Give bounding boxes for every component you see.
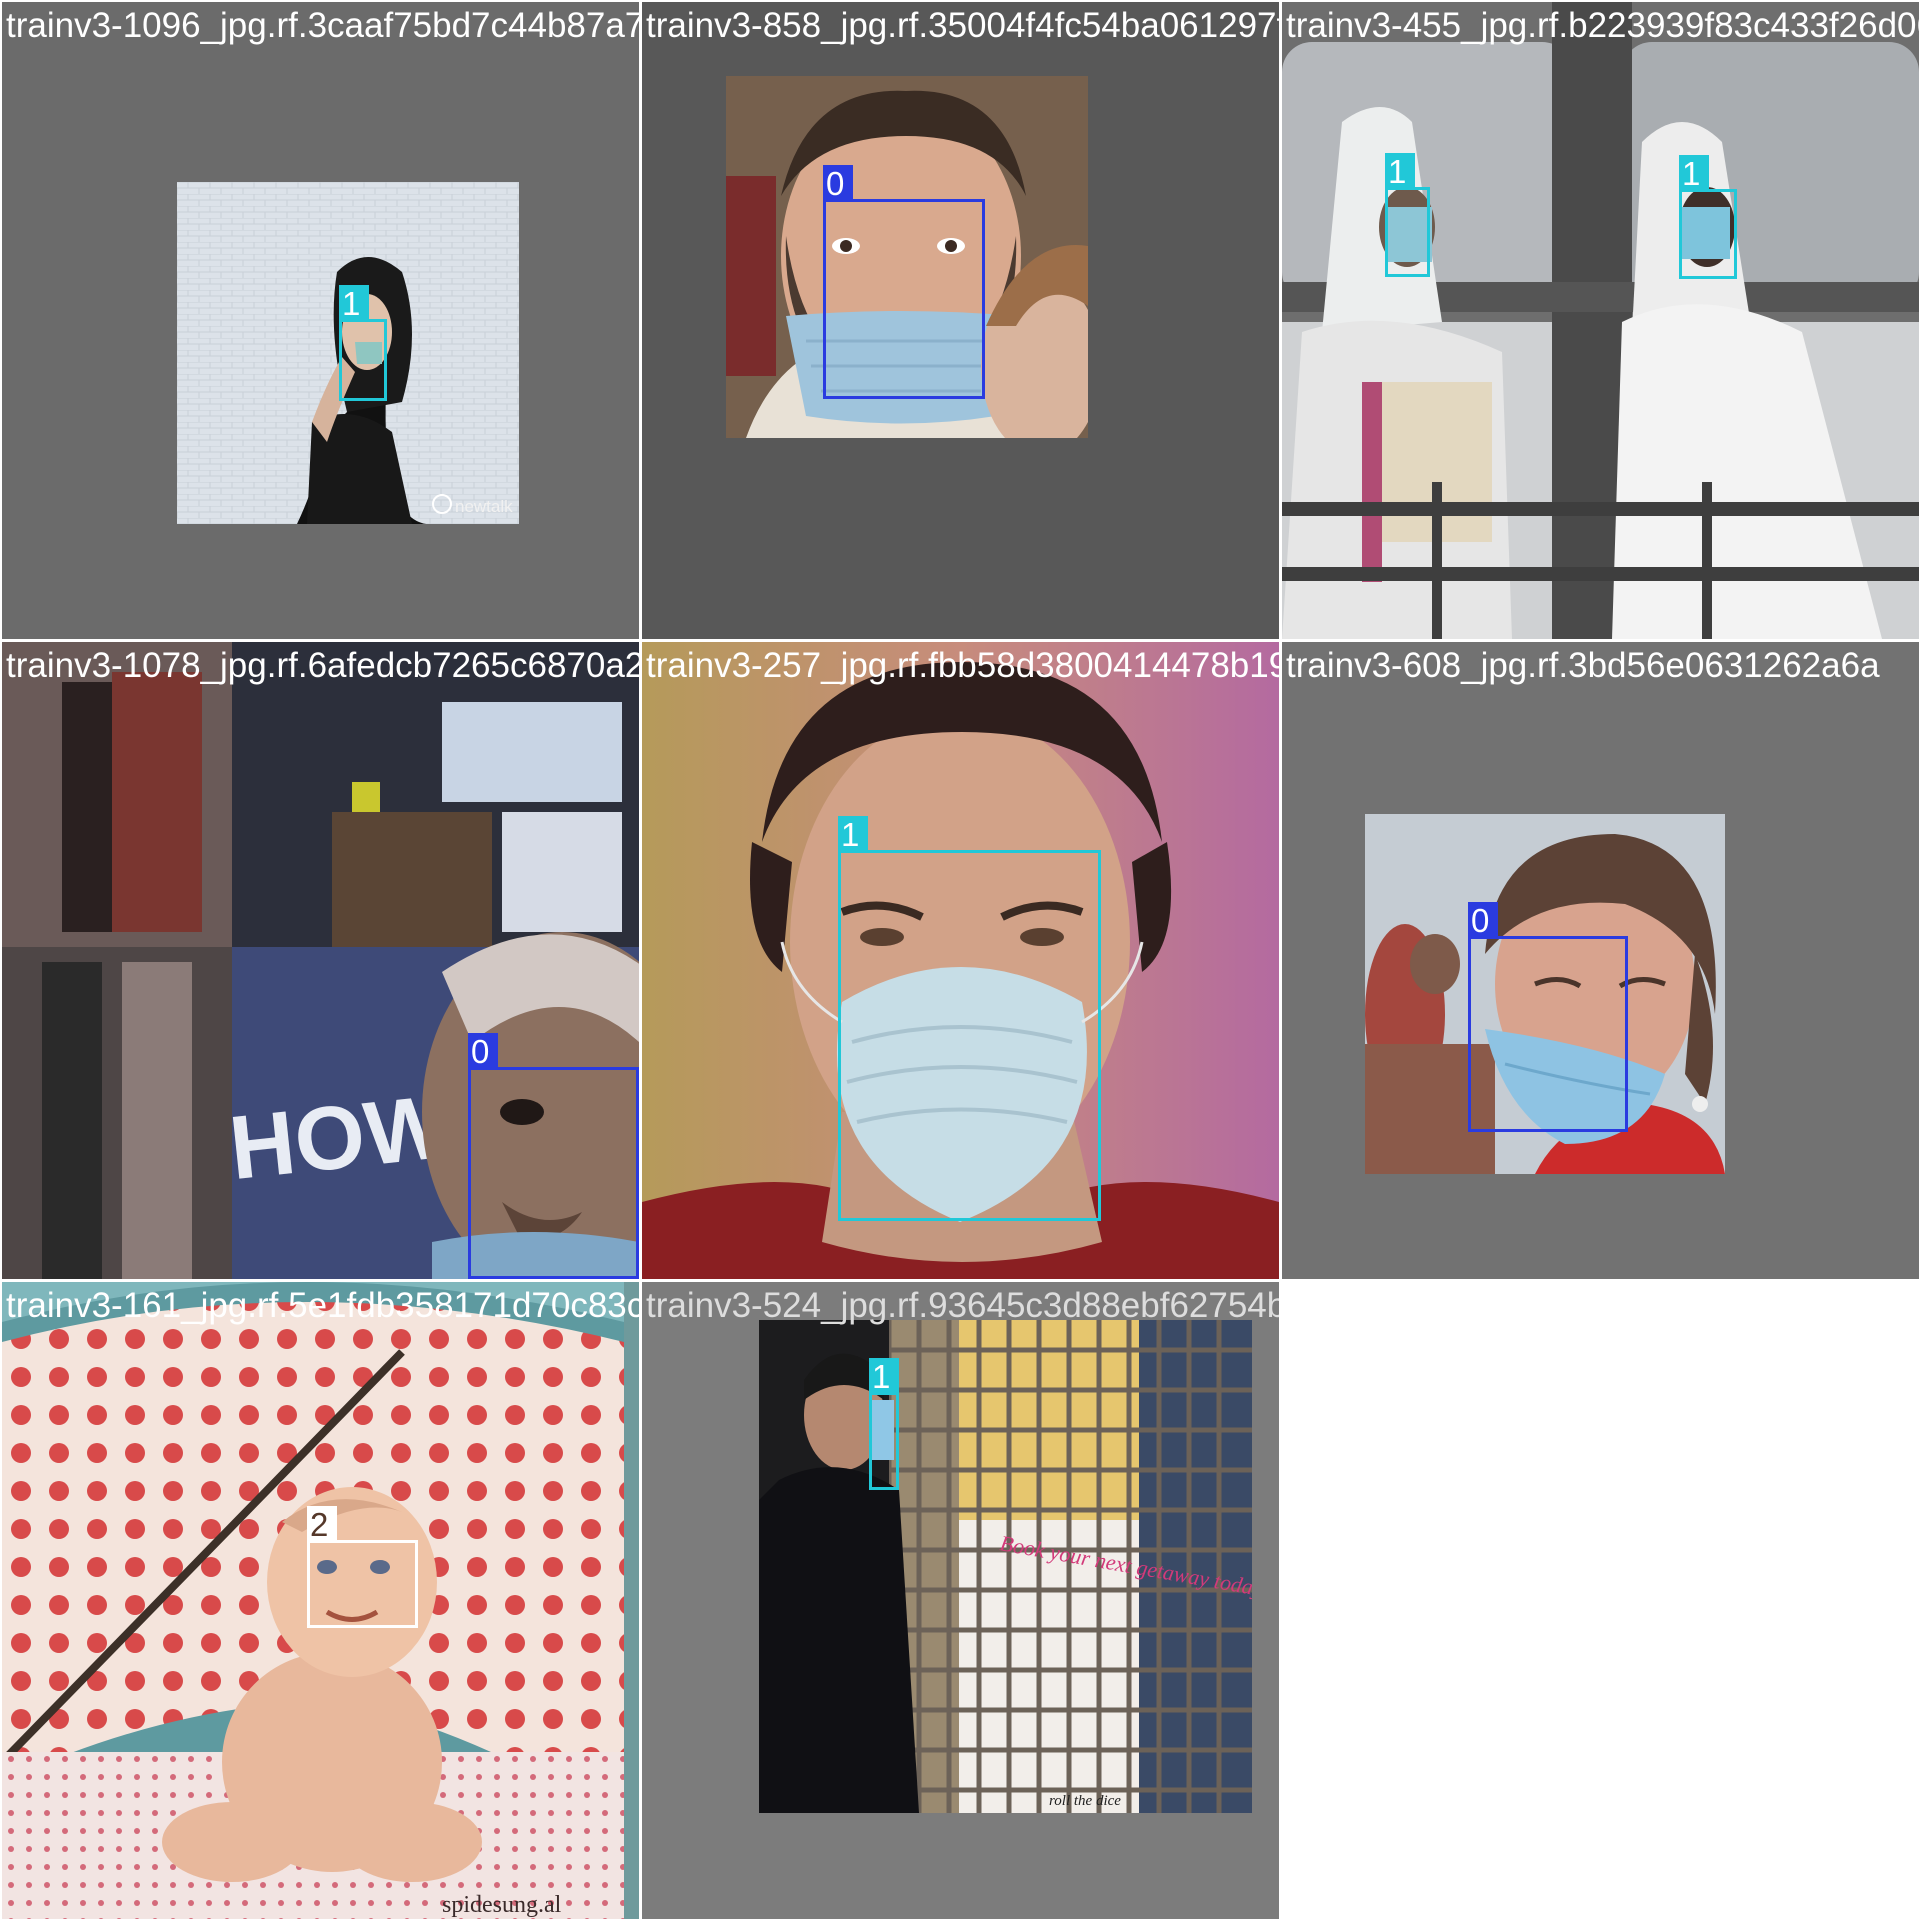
mosaic-tile-7: spidesung.al 2 trainv3-161_jpg.rf.5e1fdb… [2,1282,639,1919]
class-label: 1 [1385,153,1415,190]
grid-divider [639,0,642,1920]
mosaic-tile-2: 0 trainv3-858_jpg.rf.35004f4fc54ba061297… [642,2,1279,639]
bus-window-passengers-scene [1282,2,1919,639]
detection-box: 1 [1385,153,1430,277]
tile-filename: trainv3-455_jpg.rf.b223939f83c433f26d064 [1286,6,1919,45]
detection-box: 0 [823,165,985,399]
mosaic-tile-6: 0 trainv3-608_jpg.rf.3bd56e0631262a6a [1282,642,1919,1279]
detection-box: 0 [1468,902,1628,1132]
tile-photo: Book your next getaway today! roll the d… [759,1320,1252,1813]
detection-box: 1 [869,1358,899,1490]
tile-filename: trainv3-608_jpg.rf.3bd56e0631262a6a [1286,646,1880,685]
mosaic-tile-1: newtalk 1 trainv3-1096_jpg.rf.3caaf75bd7… [2,2,639,639]
mosaic-tile-8: Book your next getaway today! roll the d… [642,1282,1279,1919]
class-label: 1 [1679,155,1709,192]
watermark-text: newtalk [455,497,513,516]
detection-box: 2 [307,1506,418,1628]
footer-text: roll the dice [1049,1793,1121,1809]
grid-divider [0,1279,1920,1282]
mosaic-tile-4: HOW 0 trainv3-1078_jpg.rf.6afedcb7265c68… [2,642,639,1279]
detection-box: 1 [339,285,387,401]
detection-box: 1 [838,816,1101,1221]
tile-filename: trainv3-1096_jpg.rf.3caaf75bd7c44b87a720… [6,6,639,45]
detection-box: 0 [468,1033,639,1279]
detection-box: 1 [1679,155,1737,279]
grid-divider [0,639,1920,642]
mosaic-tile-5: 1 trainv3-257_jpg.rf.fbb58d3800414478b19… [642,642,1279,1279]
tile-filename: trainv3-858_jpg.rf.35004f4fc54ba061297f5… [646,6,1279,45]
tile-filename: trainv3-257_jpg.rf.fbb58d3800414478b19da… [646,646,1279,685]
class-label: 0 [468,1033,498,1070]
man-by-shop-grille-scene: Book your next getaway today! roll the d… [759,1320,1252,1813]
footer-text: spidesung.al [442,1892,562,1918]
class-label: 1 [838,816,868,853]
tile-filename: trainv3-161_jpg.rf.5e1fdb358171d70c83c72… [6,1286,639,1325]
tile-filename: trainv3-1078_jpg.rf.6afedcb7265c6870a2ee [6,646,639,685]
tile-filename: trainv3-524_jpg.rf.93645c3d88ebf62754b6c… [646,1286,1279,1325]
class-label: 1 [869,1358,899,1395]
class-label: 1 [339,285,369,322]
class-label: 2 [307,1506,337,1543]
mosaic-tile-3: 1 1 trainv3-455_jpg.rf.b223939f83c433f26… [1282,2,1919,639]
class-label: 0 [1468,902,1498,939]
tile-photo [1282,2,1919,639]
class-label: 0 [823,165,853,202]
